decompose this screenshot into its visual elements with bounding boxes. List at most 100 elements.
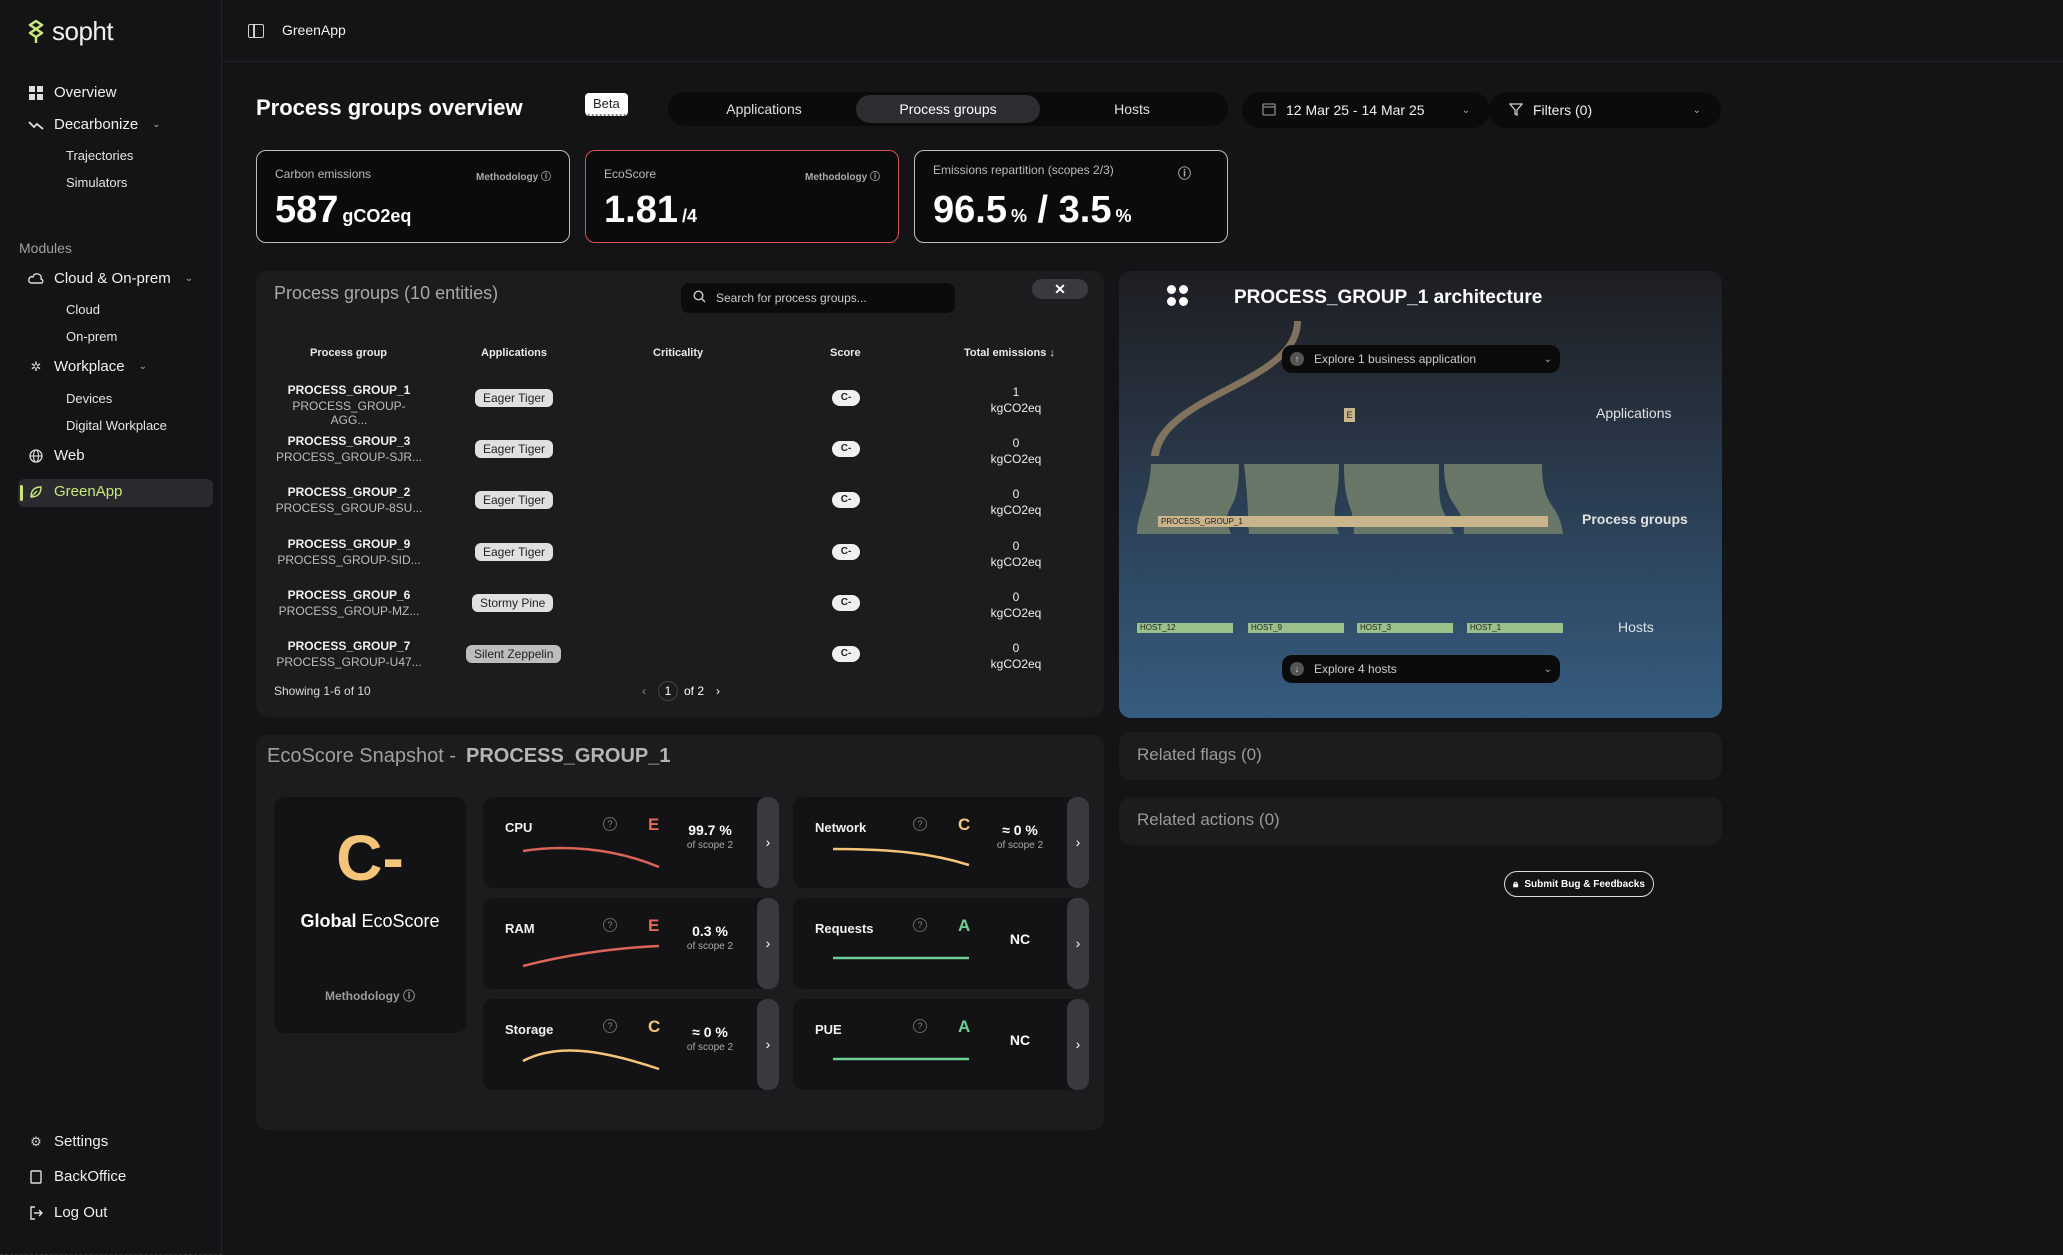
help-icon[interactable]: ? <box>913 817 927 831</box>
host-node[interactable]: HOST_3 <box>1357 623 1453 633</box>
host-node[interactable]: HOST_12 <box>1137 623 1233 633</box>
application-tag[interactable]: Stormy Pine <box>472 594 554 612</box>
submit-bug-button[interactable]: 🔒︎ Submit Bug & Feedbacks <box>1504 871 1654 897</box>
metric-name: PUE <box>815 1022 842 1037</box>
related-actions-title: Related actions (0) <box>1137 810 1280 829</box>
sidebar-item-greenapp[interactable]: GreenApp <box>28 483 122 500</box>
sidebar-item-logout[interactable]: Log Out <box>28 1204 107 1221</box>
info-icon: ⓘ <box>541 172 551 183</box>
process-group-node[interactable]: PROCESS_GROUP_1 <box>1158 516 1548 527</box>
close-button[interactable]: ✕ <box>1032 279 1088 299</box>
leaf-icon <box>28 484 44 500</box>
total-emissions: 0 kgCO2eq <box>990 641 1042 671</box>
tab-process-groups[interactable]: Process groups <box>856 95 1040 123</box>
column-header[interactable]: Score <box>830 347 861 359</box>
metric-share: NC <box>1009 931 1031 947</box>
table-row[interactable]: PROCESS_GROUP_9 PROCESS_GROUP-SID... Eage… <box>256 529 1104 580</box>
help-icon[interactable]: ? <box>913 918 927 932</box>
filters-button[interactable]: Filters (0) ⌄ <box>1489 92 1721 128</box>
beta-badge[interactable]: Beta <box>585 93 628 116</box>
metric-name: Requests <box>815 921 874 936</box>
explore-applications-dropdown[interactable]: ↑ Explore 1 business application ⌄ <box>1282 345 1560 373</box>
sidebar-item-web[interactable]: Web <box>28 447 85 464</box>
application-tag[interactable]: Silent Zeppelin <box>466 645 562 663</box>
metric-share: ≈ 0 % of scope 2 <box>686 1024 734 1053</box>
table-row[interactable]: PROCESS_GROUP_6 PROCESS_GROUP-MZ... Storm… <box>256 580 1104 631</box>
global-ecoscore-label: Global EcoScore <box>300 911 440 931</box>
info-icon: ⓘ <box>870 172 880 183</box>
sidebar-item-trajectories[interactable]: Trajectories <box>66 148 133 163</box>
application-tag[interactable]: Eager Tiger <box>475 440 554 458</box>
help-icon[interactable]: ? <box>603 918 617 932</box>
sidebar-item-onprem[interactable]: On-prem <box>66 329 117 344</box>
chevron-down-icon: ⌄ <box>1543 663 1552 675</box>
sidebar-toggle-icon[interactable] <box>248 24 264 38</box>
host-node[interactable]: HOST_9 <box>1248 623 1344 633</box>
logout-icon <box>28 1205 44 1221</box>
logo[interactable]: sopht <box>26 16 114 47</box>
chevron-right-icon[interactable]: › <box>1067 898 1089 989</box>
application-tag[interactable]: Eager Tiger <box>475 543 554 561</box>
sidebar-item-workplace[interactable]: ✲ Workplace ⌄ <box>28 358 147 375</box>
tab-applications[interactable]: Applications <box>672 95 856 123</box>
column-header[interactable]: Applications <box>481 347 547 359</box>
metric-card-network: Network ? C ≈ 0 % of scope 2 › <box>793 797 1089 888</box>
chevron-right-icon[interactable]: › <box>757 999 779 1090</box>
sidebar-item-decarbonize[interactable]: Decarbonize ⌄ <box>28 116 161 133</box>
related-flags-panel[interactable]: Related flags (0) <box>1119 732 1722 780</box>
info-icon[interactable]: ⓘ <box>1178 163 1191 182</box>
chevron-right-icon[interactable]: › <box>1067 797 1089 888</box>
methodology-link[interactable]: Methodology ⓘ <box>805 168 880 183</box>
sidebar-item-digital-workplace[interactable]: Digital Workplace <box>66 418 167 433</box>
methodology-link[interactable]: Methodology ⓘ <box>274 987 466 1004</box>
application-tag[interactable]: Eager Tiger <box>475 389 554 407</box>
app-node[interactable]: E <box>1344 408 1355 422</box>
search-placeholder: Search for process groups... <box>716 291 867 305</box>
help-icon[interactable]: ? <box>603 1019 617 1033</box>
explore-hosts-dropdown[interactable]: ↓ Explore 4 hosts ⌄ <box>1282 655 1560 683</box>
pagination-summary: Showing 1-6 of 10 <box>274 684 371 698</box>
related-actions-panel[interactable]: Related actions (0) <box>1119 797 1722 845</box>
sidebar-item-backoffice[interactable]: BackOffice <box>28 1168 126 1185</box>
help-icon[interactable]: ? <box>603 817 617 831</box>
prev-page-icon[interactable]: ‹ <box>636 684 652 698</box>
architecture-icon <box>1167 285 1191 309</box>
kpi-emissions-repartition: Emissions repartition (scopes 2/3) ⓘ 96.… <box>914 150 1228 243</box>
help-icon[interactable]: ? <box>913 1019 927 1033</box>
current-page[interactable]: 1 <box>658 681 678 701</box>
score-badge: C- <box>832 492 860 508</box>
sidebar-item-label: Settings <box>54 1133 109 1150</box>
chevron-right-icon[interactable]: › <box>757 797 779 888</box>
column-header[interactable]: Process group <box>310 347 387 359</box>
sidebar-item-overview[interactable]: Overview <box>28 84 117 101</box>
table-row[interactable]: PROCESS_GROUP_1 PROCESS_GROUP-AGG... Eage… <box>256 375 1104 427</box>
application-tag[interactable]: Eager Tiger <box>475 491 554 509</box>
tab-hosts[interactable]: Hosts <box>1040 95 1224 123</box>
date-range-picker[interactable]: 12 Mar 25 - 14 Mar 25 ⌄ <box>1242 92 1490 128</box>
sidebar-item-simulators[interactable]: Simulators <box>66 175 127 190</box>
modules-heading: Modules <box>19 240 72 256</box>
sidebar-item-cloud[interactable]: Cloud <box>66 302 100 317</box>
column-header[interactable]: Criticality <box>653 347 703 359</box>
filters-label: Filters (0) <box>1533 102 1593 118</box>
methodology-link[interactable]: Methodology ⓘ <box>476 168 551 183</box>
sidebar-item-cloud-onprem[interactable]: Cloud & On-prem ⌄ <box>28 270 193 287</box>
sidebar-item-label: Workplace <box>54 358 125 375</box>
chevron-right-icon[interactable]: › <box>1067 999 1089 1090</box>
process-group-name: PROCESS_GROUP_2 <box>287 485 411 499</box>
next-page-icon[interactable]: › <box>710 684 726 698</box>
metric-name: RAM <box>505 921 535 936</box>
table-row[interactable]: PROCESS_GROUP_2 PROCESS_GROUP-8SU... Eage… <box>256 477 1104 528</box>
sidebar-item-devices[interactable]: Devices <box>66 391 112 406</box>
logo-text: sopht <box>52 16 114 46</box>
table-row[interactable]: PROCESS_GROUP_7 PROCESS_GROUP-U47... Sile… <box>256 631 1104 682</box>
search-input[interactable]: Search for process groups... <box>681 283 955 313</box>
sidebar-item-settings[interactable]: ⚙ Settings <box>28 1133 108 1150</box>
host-node[interactable]: HOST_1 <box>1467 623 1563 633</box>
sidebar-item-label: Log Out <box>54 1204 108 1221</box>
total-emissions: 1 kgCO2eq <box>990 385 1042 415</box>
chevron-right-icon[interactable]: › <box>757 898 779 989</box>
table-row[interactable]: PROCESS_GROUP_3 PROCESS_GROUP-SJR... Eage… <box>256 426 1104 477</box>
column-header[interactable]: Total emissions ↓ <box>964 347 1055 359</box>
arrow-down-icon: ↓ <box>1290 662 1304 676</box>
